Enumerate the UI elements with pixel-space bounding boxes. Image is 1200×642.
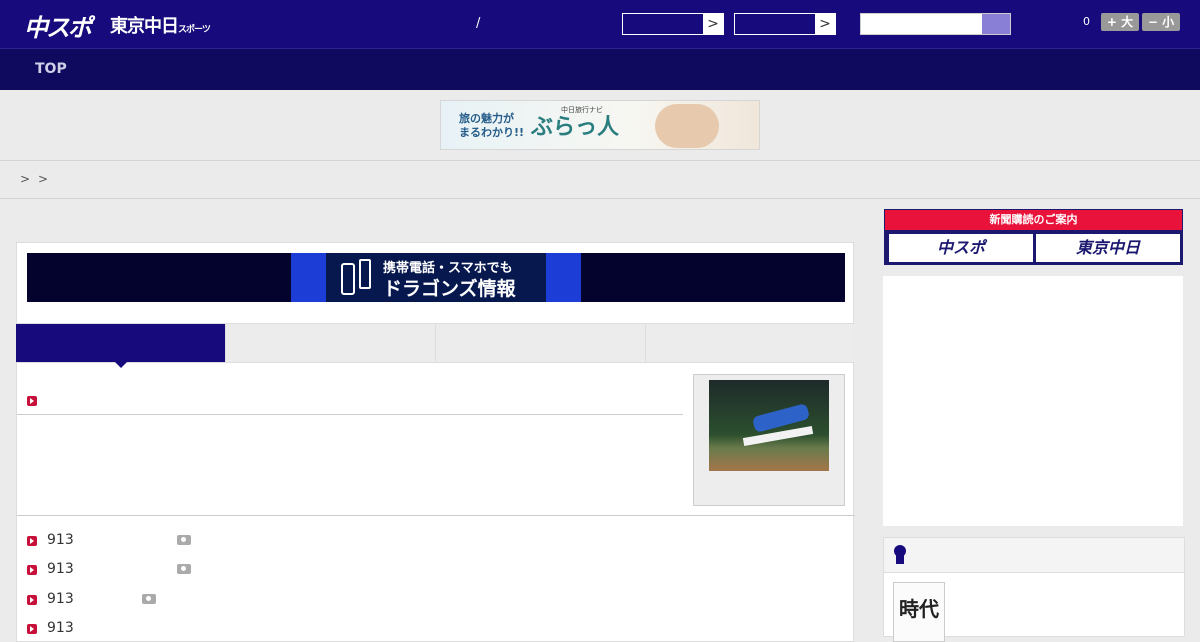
counter: 0 bbox=[1083, 15, 1090, 28]
lead-photo-frame[interactable] bbox=[693, 374, 845, 506]
list-item[interactable]: 913 bbox=[27, 619, 427, 639]
ranking-header bbox=[884, 538, 1184, 573]
camera-icon bbox=[177, 564, 191, 574]
chevron-right-icon[interactable]: > bbox=[703, 14, 723, 34]
divider bbox=[17, 414, 683, 415]
banner-tagline: 旅の魅力が まるわかり!! bbox=[459, 112, 524, 140]
mobile-dragons-ad[interactable]: 携帯電話・スマホでも ドラゴンズ情報 bbox=[27, 253, 845, 302]
phone-icon bbox=[359, 259, 371, 289]
play-arrow-icon bbox=[27, 595, 37, 605]
site-header: 中スポ 東京中日スポーツ / > > 0 + 大 − 小 bbox=[0, 0, 1200, 48]
category-tabs bbox=[16, 323, 854, 368]
chuspo-logo[interactable]: 中スポ bbox=[24, 8, 92, 43]
baseball-pitcher-photo[interactable] bbox=[709, 380, 829, 471]
subscription-box: 新聞購読のご案内 中スポ 東京中日 bbox=[884, 209, 1183, 265]
tab-3[interactable] bbox=[436, 324, 646, 362]
play-arrow-icon bbox=[27, 536, 37, 546]
list-item-date: 913 bbox=[47, 561, 74, 577]
top-banner-area: 旅の魅力が まるわかり!! 中日旅行ナビ ぶらっ人 bbox=[0, 90, 1200, 161]
camera-icon bbox=[177, 535, 191, 545]
play-arrow-icon bbox=[27, 565, 37, 575]
breadcrumb-separator: > bbox=[20, 172, 31, 186]
list-item[interactable]: 913 bbox=[27, 531, 427, 551]
main-nav: TOP bbox=[0, 48, 1200, 90]
play-arrow-icon bbox=[27, 624, 37, 634]
camera-icon bbox=[142, 594, 156, 604]
subscription-header: 新聞購読のご案内 bbox=[885, 210, 1182, 230]
mobile-ad-inner: 携帯電話・スマホでも ドラゴンズ情報 bbox=[291, 253, 581, 302]
tab-4[interactable] bbox=[646, 324, 854, 362]
tokyo-chunichi-logo[interactable]: 東京中日スポーツ bbox=[110, 12, 211, 38]
subscribe-tokyo-chunichi-button[interactable]: 東京中日 bbox=[1036, 234, 1180, 262]
header-separator: / bbox=[476, 16, 481, 31]
sidebar-ad-slot[interactable] bbox=[883, 276, 1183, 526]
list-item-date: 913 bbox=[47, 532, 74, 548]
banner-line2: まるわかり!! bbox=[459, 126, 525, 139]
travel-banner-ad[interactable]: 旅の魅力が まるわかり!! 中日旅行ナビ ぶらっ人 bbox=[440, 100, 760, 150]
ribbon-tail-icon bbox=[896, 555, 904, 564]
photo-player-legs bbox=[742, 425, 814, 447]
breadcrumb-separator: > bbox=[38, 172, 49, 186]
date-select-2[interactable]: > bbox=[734, 13, 836, 35]
tokyo-chunichi-logo-text: 東京中日 bbox=[110, 16, 179, 37]
date-select-1[interactable]: > bbox=[622, 13, 724, 35]
search-input[interactable] bbox=[860, 13, 1011, 35]
banner-brand: ぶらっ人 bbox=[531, 115, 620, 140]
tokyo-chunichi-logo-suffix: スポーツ bbox=[178, 25, 211, 35]
divider bbox=[17, 515, 855, 516]
banner-model-image bbox=[655, 104, 719, 148]
lead-article-link[interactable] bbox=[27, 391, 37, 410]
nav-top-link[interactable]: TOP bbox=[35, 61, 67, 77]
banner-line1: 旅の魅力が bbox=[459, 112, 514, 125]
subscribe-chuspo-button[interactable]: 中スポ bbox=[889, 234, 1033, 262]
ranking-box: 時代 bbox=[883, 537, 1185, 642]
font-size-up-button[interactable]: + 大 bbox=[1101, 13, 1139, 31]
list-item-date: 913 bbox=[47, 620, 74, 636]
font-size-down-button[interactable]: − 小 bbox=[1142, 13, 1180, 31]
tab-2[interactable] bbox=[226, 324, 436, 362]
mobile-ad-line2: ドラゴンズ情報 bbox=[383, 278, 516, 300]
list-item[interactable]: 913 bbox=[27, 560, 427, 580]
list-item-date: 913 bbox=[47, 591, 74, 607]
main-content: 携帯電話・スマホでも ドラゴンズ情報 913 913 913 913 bbox=[16, 242, 855, 642]
list-item[interactable]: 913 bbox=[27, 590, 427, 610]
tab-1[interactable] bbox=[16, 324, 226, 368]
search-button[interactable] bbox=[982, 14, 1010, 34]
play-arrow-icon bbox=[27, 396, 37, 406]
breadcrumb: > > bbox=[0, 161, 1200, 199]
phone-icon bbox=[341, 263, 355, 295]
book-cover-thumbnail[interactable]: 時代 bbox=[893, 582, 945, 642]
chevron-right-icon[interactable]: > bbox=[815, 14, 835, 34]
